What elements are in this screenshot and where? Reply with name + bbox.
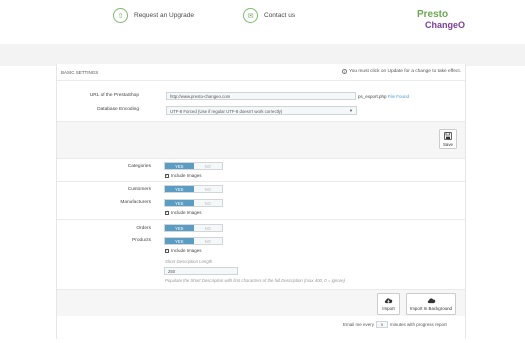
products-toggle[interactable]: YES NO [164,237,223,245]
toggle-no[interactable]: NO [194,238,223,244]
envelope-icon: ✉ [243,8,258,23]
contact-us-label: Contact us [264,12,296,19]
save-label: Save [442,141,453,147]
top-bar: ⇧ Request an Upgrade ✉ Contact us Presto… [0,0,525,34]
categories-label: Categories [127,164,151,169]
toggle-yes[interactable]: YES [165,186,194,192]
toggle-yes[interactable]: YES [165,238,194,244]
include-images-label: Include Images [171,173,202,178]
toggle-yes[interactable]: YES [165,225,194,231]
divider [57,181,465,182]
categories-toggle[interactable]: YES NO [164,162,223,170]
info-icon: i [342,69,347,74]
manufacturers-toggle[interactable]: YES NO [164,199,223,207]
encoding-value: UTF-8 Forced (Use if regular UTF-8 doesn… [170,108,283,114]
toggle-no[interactable]: NO [194,186,223,192]
contact-us-link[interactable]: ✉ Contact us [243,8,295,23]
panel-title: BASIC SETTINGS [61,70,99,75]
url-suffix: ps_export.php File Found [358,94,409,99]
products-label: Products [132,238,151,243]
divider [57,158,465,159]
logo-line-1: Presto [417,9,448,20]
customers-toggle[interactable]: YES NO [164,185,223,193]
save-strip [57,122,465,158]
presto-changeo-logo: Presto ChangeO [417,9,465,30]
actions-strip [57,290,465,316]
cloud-icon [427,298,435,304]
upgrade-icon: ⇧ [113,8,128,23]
encoding-select[interactable]: UTF-8 Forced (Use if regular UTF-8 doesn… [166,106,357,115]
url-label: URL of the PrestaShop [89,93,139,98]
email-suffix: minutes with progress report [390,322,447,327]
update-note-text: You must click on Update for a change to… [349,69,461,74]
url-input[interactable] [166,92,356,100]
include-images-label: Include Images [171,210,202,215]
orders-toggle[interactable]: YES NO [164,224,223,232]
floppy-disk-icon [444,131,452,140]
include-images-label: Include Images [171,248,202,253]
settings-panel: BASIC SETTINGS i You must click on Updat… [56,64,466,339]
panel-heading: BASIC SETTINGS i You must click on Updat… [57,64,465,81]
url-suffix-file: ps_export.php [358,94,387,99]
import-background-label: Import In Background [410,306,452,311]
import-in-background-button[interactable]: Import In Background [406,293,456,315]
toggle-no[interactable]: NO [194,225,223,231]
divider [57,219,465,220]
email-progress-row: Email me every 5 minutes with progress r… [343,321,447,328]
short-description-input[interactable] [164,267,238,275]
encoding-label: Database Encoding [97,107,139,112]
logo-line-2: ChangeO [425,20,465,30]
orders-label: Orders [136,226,151,231]
file-found-link[interactable]: File Found [388,94,409,99]
request-upgrade-link[interactable]: ⇧ Request an Upgrade [113,8,194,23]
toggle-yes[interactable]: YES [165,163,194,169]
checkbox-checked-icon[interactable]: ✓ [165,210,169,215]
import-label: Import [382,306,395,311]
short-description-label: Short Description Length [165,259,213,264]
request-upgrade-label: Request an Upgrade [134,12,194,19]
toggle-no[interactable]: NO [194,200,223,206]
customers-label: Customers [127,187,151,192]
short-description-hint: Populate the Short Description with firs… [165,278,345,283]
manufacturers-include-images[interactable]: ✓ Include Images [165,210,202,215]
toggle-yes[interactable]: YES [165,200,194,206]
chevron-down-icon: ▼ [349,108,353,113]
update-note: i You must click on Update for a change … [342,69,461,74]
products-include-images[interactable]: ✓ Include Images [165,248,202,253]
checkbox-checked-icon[interactable]: ✓ [165,173,169,178]
manufacturers-label: Manufacturers [120,200,151,205]
email-interval-input[interactable]: 5 [376,321,389,328]
import-button[interactable]: Import [377,293,400,315]
email-prefix: Email me every [343,322,375,327]
header-band [0,44,525,66]
cloud-download-icon [384,298,393,304]
checkbox-checked-icon[interactable]: ✓ [165,248,169,253]
toggle-no[interactable]: NO [194,163,223,169]
save-button[interactable]: Save [439,129,457,149]
categories-include-images[interactable]: ✓ Include Images [165,173,202,178]
